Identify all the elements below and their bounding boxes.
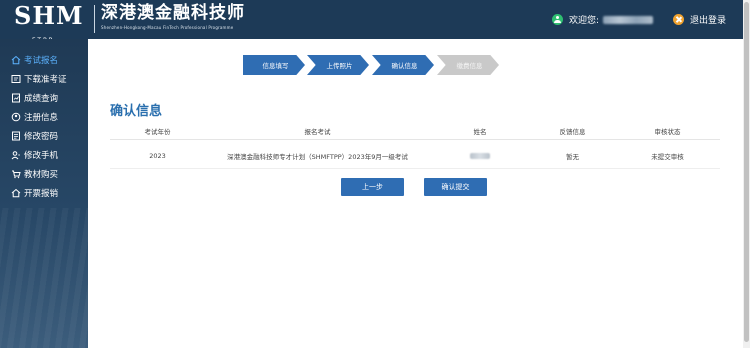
step-payment-info: 缴费信息: [437, 55, 499, 75]
welcome-area: 欢迎您:: [552, 13, 654, 26]
confirmation-table: 考试年份 报名考试 姓名 反馈信息 审核状态 2023 深港澳金融科技师专才计划…: [110, 122, 720, 169]
report-icon: [11, 93, 21, 103]
top-header: SHM FTPP 深港澳金融科技师 Shenzhen-Hongkong-Maca…: [0, 0, 743, 45]
cell-status: 未提交审核: [651, 152, 684, 161]
sidebar-item-exam-registration[interactable]: 考试报名: [0, 50, 88, 69]
cell-exam: 深港澳金融科技师专才计划（SHMFTPP）2023年9月一级考试: [227, 152, 408, 161]
sidebar-item-label: 下载准考证: [24, 74, 67, 85]
welcome-label: 欢迎您:: [569, 16, 600, 26]
sidebar-item-label: 成绩查询: [24, 93, 59, 104]
step-confirm-info: 确认信息: [372, 55, 434, 75]
sidebar-item-label: 修改密码: [24, 131, 59, 142]
logo-text-block: 深港澳金融科技师 Shenzhen-Hongkong-Macau FinTech…: [101, 3, 245, 30]
column-header-exam: 报名考试: [304, 127, 331, 136]
column-header-feedback: 反馈信息: [559, 127, 586, 136]
page-title: 确认信息: [110, 104, 163, 119]
sidebar: 考试报名 下载准考证 成绩查询 注册信息 修改密码 修改手机 教材购买 开票报销: [0, 39, 88, 348]
sidebar-item-label: 注册信息: [24, 112, 59, 123]
logo-mark-text: SHM: [14, 1, 84, 30]
redacted-name: [470, 152, 490, 159]
sidebar-item-label: 教材购买: [24, 169, 59, 180]
register-icon: [11, 112, 21, 122]
close-circle-icon: [673, 14, 684, 25]
logo-english-name: Shenzhen-Hongkong-Macau FinTech Professi…: [101, 25, 234, 30]
sidebar-item-label: 修改手机: [24, 150, 59, 161]
vertical-scrollbar[interactable]: [743, 0, 750, 348]
column-header-status: 审核状态: [654, 127, 681, 136]
table-row: 2023 深港澳金融科技师专才计划（SHMFTPP）2023年9月一级考试 暂无…: [110, 143, 720, 169]
sidebar-item-buy-textbooks[interactable]: 教材购买: [0, 164, 88, 183]
invoice-icon: [11, 188, 21, 198]
logo-chinese-name: 深港澳金融科技师: [101, 3, 245, 23]
column-header-year: 考试年份: [144, 127, 171, 136]
logo-mark: SHM FTPP: [14, 1, 90, 45]
home-icon: [11, 55, 21, 65]
sidebar-item-change-password[interactable]: 修改密码: [0, 126, 88, 145]
sidebar-item-invoice[interactable]: 开票报销: [0, 183, 88, 202]
id-card-icon: [11, 74, 21, 84]
step-upload-photo: 上传照片: [307, 55, 369, 75]
confirm-submit-button[interactable]: 确认提交: [424, 178, 487, 196]
sidebar-item-download-admission[interactable]: 下载准考证: [0, 69, 88, 88]
cell-name: [430, 152, 530, 160]
previous-step-button[interactable]: 上一步: [341, 178, 404, 196]
phone-user-icon: [11, 150, 21, 160]
step-fill-info: 信息填写: [243, 55, 305, 75]
scrollbar-thumb[interactable]: [744, 2, 749, 342]
brand-logo: SHM FTPP 深港澳金融科技师 Shenzhen-Hongkong-Maca…: [14, 1, 245, 45]
sidebar-item-registration-info[interactable]: 注册信息: [0, 107, 88, 126]
sidebar-item-score-query[interactable]: 成绩查询: [0, 88, 88, 107]
sidebar-item-label: 开票报销: [24, 188, 59, 199]
user-icon: [552, 14, 563, 25]
logo-divider: [94, 5, 95, 33]
password-icon: [11, 131, 21, 141]
cell-year: 2023: [149, 151, 166, 160]
cell-feedback: 暂无: [566, 152, 579, 161]
redacted-username: [603, 15, 654, 24]
table-header: 考试年份 报名考试 姓名 反馈信息 审核状态: [110, 122, 720, 140]
cart-icon: [11, 169, 21, 179]
logout-button[interactable]: 退出登录: [673, 13, 726, 26]
sidebar-item-change-phone[interactable]: 修改手机: [0, 145, 88, 164]
logout-label: 退出登录: [690, 16, 727, 26]
column-header-name: 姓名: [473, 127, 487, 136]
sidebar-item-label: 考试报名: [24, 55, 59, 66]
